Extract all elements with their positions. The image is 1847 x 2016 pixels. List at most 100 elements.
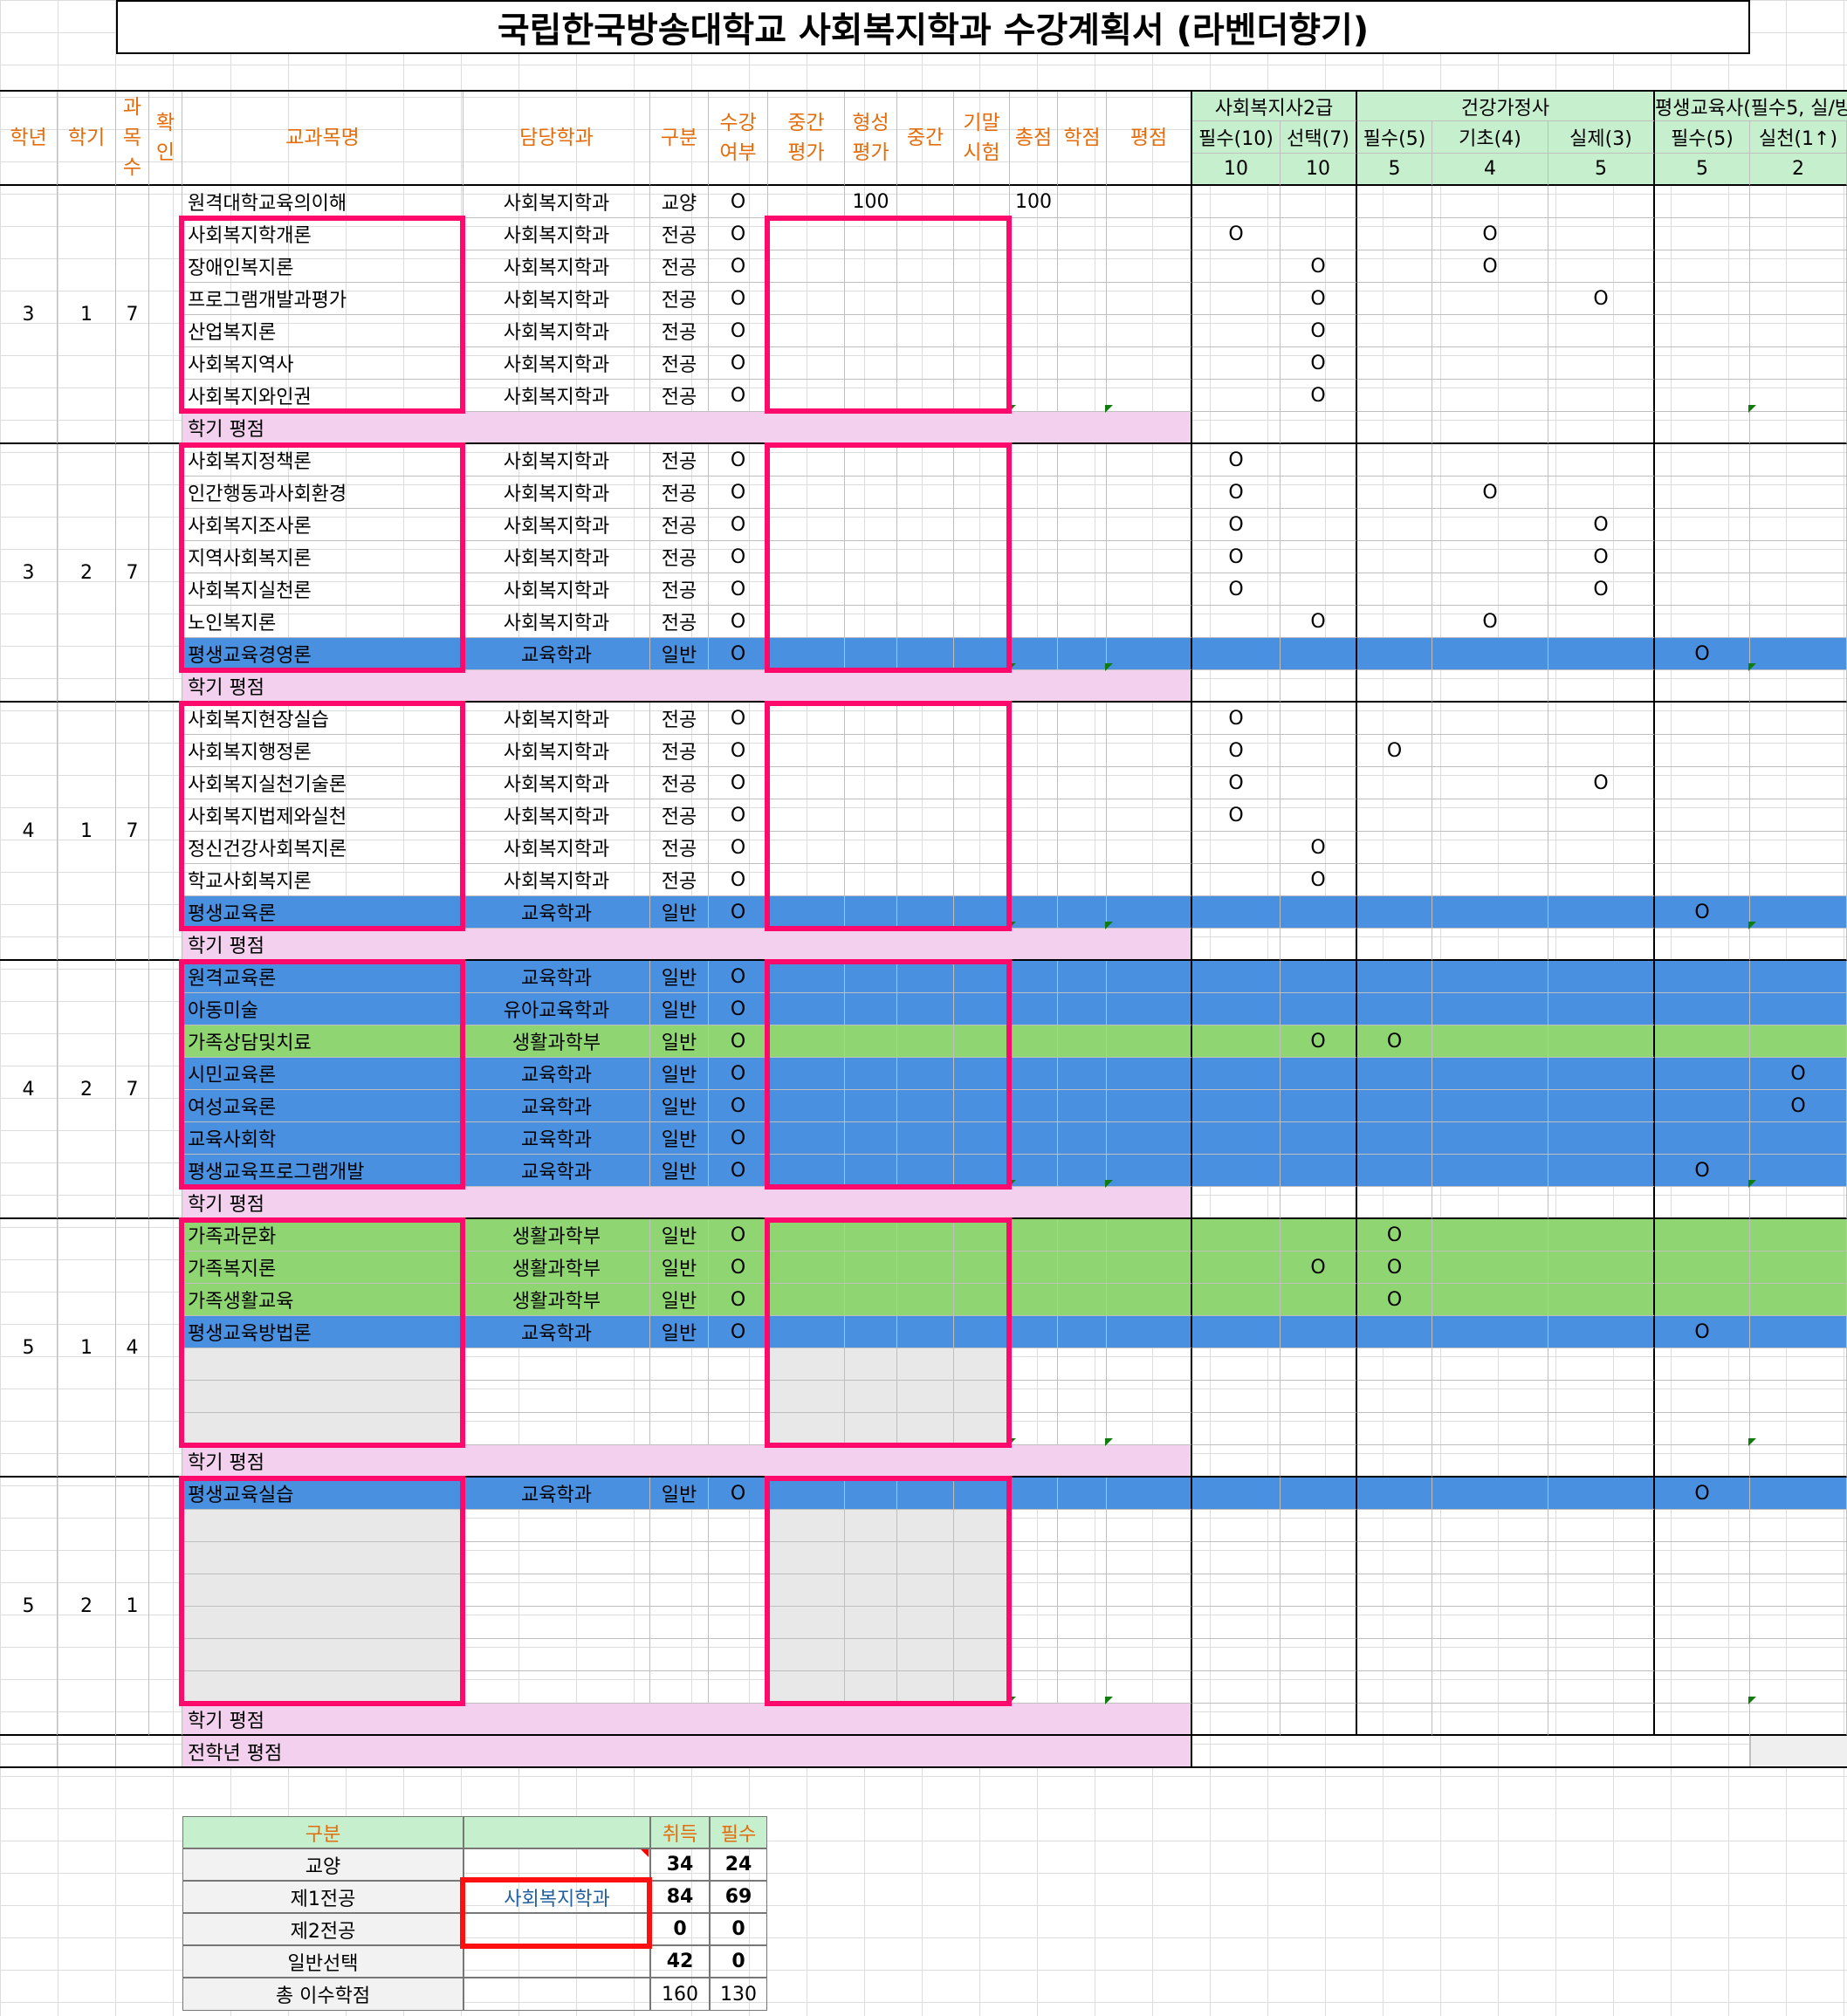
course-name[interactable]: 시민교육론 <box>182 1058 463 1090</box>
score-cell[interactable] <box>768 573 845 606</box>
score-cell[interactable] <box>845 832 897 864</box>
course-name[interactable]: 사회복지정책론 <box>182 444 463 477</box>
course-name[interactable]: 사회복지법제와실천 <box>182 799 463 832</box>
course-name[interactable] <box>182 1574 463 1607</box>
score-cell[interactable] <box>845 896 897 929</box>
block-confirm[interactable] <box>149 186 182 444</box>
score-cell[interactable] <box>897 347 954 380</box>
course-name[interactable]: 평생교육프로그램개발 <box>182 1155 463 1187</box>
score-cell[interactable] <box>897 315 954 347</box>
score-cell[interactable] <box>768 347 845 380</box>
score-cell[interactable] <box>897 186 954 218</box>
score-cell[interactable] <box>897 606 954 638</box>
score-cell[interactable] <box>897 1025 954 1058</box>
score-cell[interactable] <box>845 1219 897 1251</box>
enrolled-mark[interactable]: O <box>709 961 768 993</box>
enrolled-mark[interactable]: O <box>709 1316 768 1348</box>
enrolled-mark[interactable]: O <box>709 218 768 250</box>
score-cell[interactable] <box>845 1607 897 1639</box>
score-cell[interactable] <box>845 1381 897 1413</box>
course-name[interactable]: 프로그램개발과평가 <box>182 283 463 315</box>
enrolled-mark[interactable]: O <box>709 1090 768 1122</box>
score-cell[interactable] <box>845 1542 897 1574</box>
course-name[interactable]: 사회복지실천론 <box>182 573 463 606</box>
score-cell[interactable] <box>954 1413 1010 1445</box>
score-cell[interactable] <box>954 1058 1010 1090</box>
score-cell[interactable] <box>954 1155 1010 1187</box>
score-cell[interactable]: 100 <box>845 186 897 218</box>
course-name[interactable]: 정신건강사회복지론 <box>182 832 463 864</box>
score-cell[interactable] <box>954 1090 1010 1122</box>
score-cell[interactable] <box>768 1284 845 1316</box>
score-cell[interactable] <box>768 1671 845 1704</box>
score-cell[interactable] <box>845 283 897 315</box>
enrolled-mark[interactable]: O <box>709 606 768 638</box>
score-cell[interactable] <box>954 218 1010 250</box>
score-cell[interactable] <box>845 1284 897 1316</box>
course-name[interactable] <box>182 1542 463 1574</box>
score-cell[interactable] <box>845 767 897 799</box>
enrolled-mark[interactable] <box>709 1381 768 1413</box>
score-cell[interactable] <box>845 1478 897 1510</box>
score-cell[interactable] <box>897 638 954 670</box>
score-cell[interactable] <box>845 864 897 896</box>
course-name[interactable]: 지역사회복지론 <box>182 541 463 573</box>
score-cell[interactable] <box>897 1316 954 1348</box>
course-name[interactable]: 평생교육경영론 <box>182 638 463 670</box>
score-cell[interactable] <box>897 864 954 896</box>
score-cell[interactable] <box>845 1122 897 1155</box>
score-cell[interactable] <box>954 1574 1010 1607</box>
score-cell[interactable] <box>768 767 845 799</box>
score-cell[interactable] <box>897 1639 954 1671</box>
enrolled-mark[interactable]: O <box>709 703 768 735</box>
enrolled-mark[interactable]: O <box>709 541 768 573</box>
score-cell[interactable] <box>845 1510 897 1542</box>
score-cell[interactable] <box>845 606 897 638</box>
score-cell[interactable] <box>897 767 954 799</box>
score-cell[interactable] <box>845 477 897 509</box>
enrolled-mark[interactable]: O <box>709 1155 768 1187</box>
score-cell[interactable] <box>845 1574 897 1607</box>
summary-dept[interactable] <box>463 1978 650 2011</box>
score-cell[interactable] <box>897 1381 954 1413</box>
score-cell[interactable] <box>954 1251 1010 1284</box>
score-cell[interactable] <box>768 799 845 832</box>
enrolled-mark[interactable]: O <box>709 1251 768 1284</box>
enrolled-mark[interactable]: O <box>709 347 768 380</box>
enrolled-mark[interactable]: O <box>709 283 768 315</box>
score-cell[interactable] <box>954 1510 1010 1542</box>
score-cell[interactable] <box>845 315 897 347</box>
enrolled-mark[interactable] <box>709 1348 768 1381</box>
score-cell[interactable] <box>845 735 897 767</box>
score-cell[interactable] <box>768 250 845 283</box>
enrolled-mark[interactable]: O <box>709 250 768 283</box>
summary-dept[interactable]: 사회복지학과 <box>463 1881 650 1913</box>
score-cell[interactable] <box>845 993 897 1025</box>
score-cell[interactable] <box>768 896 845 929</box>
course-name[interactable]: 인간행동과사회환경 <box>182 477 463 509</box>
block-confirm[interactable] <box>149 444 182 703</box>
score-cell[interactable] <box>897 444 954 477</box>
block-confirm[interactable] <box>149 1478 182 1736</box>
score-cell[interactable] <box>954 1542 1010 1574</box>
course-name[interactable]: 사회복지행정론 <box>182 735 463 767</box>
score-cell[interactable] <box>768 1316 845 1348</box>
score-cell[interactable] <box>768 380 845 412</box>
enrolled-mark[interactable]: O <box>709 1478 768 1510</box>
score-cell[interactable] <box>768 1607 845 1639</box>
score-cell[interactable] <box>845 703 897 735</box>
course-name[interactable]: 사회복지실천기술론 <box>182 767 463 799</box>
score-cell[interactable] <box>954 832 1010 864</box>
score-cell[interactable] <box>897 477 954 509</box>
score-cell[interactable] <box>845 1413 897 1445</box>
score-cell[interactable] <box>845 444 897 477</box>
enrolled-mark[interactable]: O <box>709 509 768 541</box>
score-cell[interactable] <box>768 1090 845 1122</box>
course-name[interactable] <box>182 1639 463 1671</box>
score-cell[interactable] <box>954 541 1010 573</box>
score-cell[interactable] <box>768 1510 845 1542</box>
score-cell[interactable] <box>768 1155 845 1187</box>
block-confirm[interactable] <box>149 961 182 1219</box>
score-cell[interactable] <box>897 1478 954 1510</box>
score-cell[interactable] <box>897 250 954 283</box>
